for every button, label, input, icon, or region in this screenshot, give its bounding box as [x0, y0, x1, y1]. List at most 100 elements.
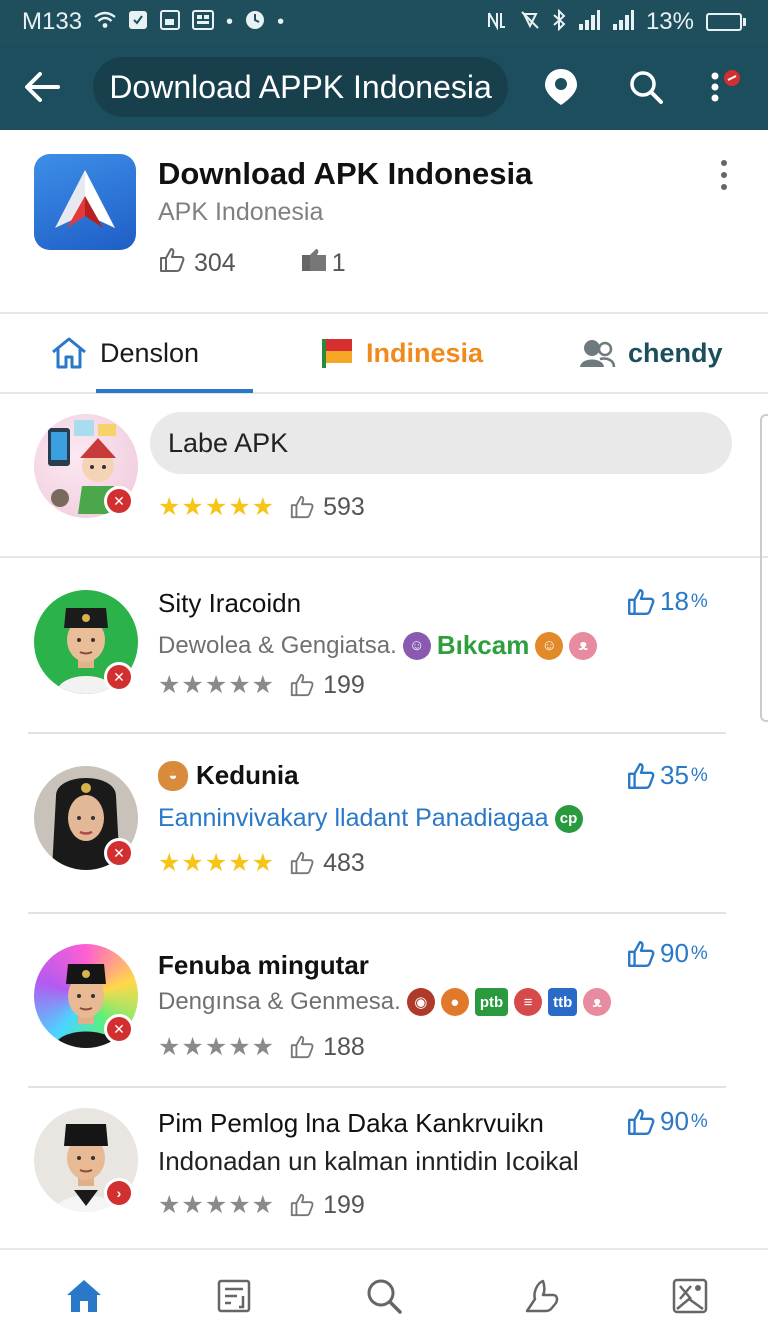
- list-item[interactable]: ✕ ◒ Kedunia Eanninvivakary lladant Panad…: [0, 734, 768, 914]
- item-likes: 188: [323, 1032, 365, 1061]
- cat-icon: ᴥ: [569, 631, 598, 660]
- location-pin-icon[interactable]: [534, 60, 587, 114]
- gallery-icon: [160, 10, 181, 34]
- brand-badge: ptb: [474, 988, 509, 1016]
- featured-label: Labe APK: [168, 427, 289, 458]
- thumbs-up-icon: [626, 761, 656, 791]
- list-item[interactable]: › Pim Pemlog lna Daka Kankrvuikn Indonad…: [0, 1088, 768, 1250]
- sticker-icon: ☺: [402, 631, 431, 660]
- item-subtitle-text: Dengınsa & Genmesa.: [158, 988, 401, 1015]
- message-icon: [192, 10, 215, 34]
- brand-badge: ttb: [548, 988, 578, 1016]
- thumbs-up-icon[interactable]: [289, 494, 315, 520]
- battery-icon: [706, 13, 746, 31]
- back-arrow-icon[interactable]: [16, 61, 67, 113]
- tab-indinesia[interactable]: Indinesia: [322, 314, 483, 392]
- item-subtitle-text: Indonadan un kalman inntidin Icoikal: [158, 1146, 579, 1176]
- tab-active-indicator: [96, 389, 253, 393]
- search-field[interactable]: Download APPK Indonesia: [93, 57, 509, 117]
- item-rating: ★★★★★ 199: [158, 1190, 365, 1220]
- list-item[interactable]: ✕ Sity Iracoidn Dewolea & Gengiatsa. ☺ B…: [0, 558, 768, 734]
- signal-icon: [612, 10, 634, 34]
- notification-icon: [128, 10, 148, 34]
- thumbs-up-icon: [626, 1107, 656, 1137]
- cake-icon: ◒: [158, 760, 188, 791]
- item-like-percent: 90 %: [626, 938, 708, 969]
- nav-thumbs-icon[interactable]: [518, 1272, 566, 1320]
- battery-percent: 13%: [645, 8, 694, 35]
- dislikes-count: 1: [331, 249, 346, 277]
- featured-label-pill[interactable]: Labe APK: [150, 412, 732, 474]
- item-title: Sity Iracoidn: [158, 588, 302, 618]
- nav-search-icon[interactable]: [360, 1272, 408, 1320]
- star-rating-icon: ★★★★★: [158, 493, 276, 521]
- featured-item[interactable]: ✕ Labe APK ★★★★★ 593: [0, 394, 768, 722]
- clock-icon: [245, 10, 265, 34]
- item-likes: 199: [323, 1190, 365, 1219]
- screen: M133 • • 13% Download APPK Indonesia Dow…: [0, 0, 768, 1344]
- item-title: Kedunia: [196, 760, 299, 790]
- thumbs-up-icon[interactable]: [158, 246, 186, 281]
- tab-label: Denslon: [100, 337, 200, 368]
- item-subtitle: Indonadan un kalman inntidin Icoikal: [158, 1146, 579, 1177]
- percent-unit: %: [690, 764, 708, 786]
- percent-value: 90: [660, 938, 689, 968]
- thumbs-up-icon[interactable]: [289, 672, 315, 698]
- status-bar: M133 • • 13%: [0, 0, 768, 44]
- signal-icon: [578, 10, 600, 34]
- status-left: M133 • •: [22, 8, 284, 36]
- app-rating-counts: 304 1: [158, 246, 346, 281]
- search-icon[interactable]: [619, 60, 672, 114]
- people-icon: [578, 337, 616, 369]
- thumbs-down-icon[interactable]: [300, 247, 330, 280]
- app-header: Download APK Indonesia APK Indonesia 304…: [0, 130, 768, 314]
- flag-icon: [322, 336, 354, 370]
- wifi-icon: [94, 11, 116, 33]
- item-title-row: ◒ Kedunia: [158, 760, 299, 791]
- item-like-percent: 90 %: [626, 1106, 708, 1137]
- mute-icon: [520, 10, 540, 34]
- item-subtitle: Eanninvivakary lladant Panadiagaa cp: [158, 804, 583, 833]
- thumbs-up-icon[interactable]: [289, 1192, 315, 1218]
- avatar-badge: ✕: [104, 1014, 134, 1044]
- star-rating-icon: ★★★★★: [158, 1191, 276, 1219]
- app-more-icon[interactable]: [712, 160, 736, 190]
- percent-value: 35: [660, 760, 689, 790]
- star-rating-icon: ★★★★★: [158, 671, 276, 699]
- avatar-badge: ✕: [104, 662, 134, 692]
- nav-news-icon[interactable]: [210, 1272, 258, 1320]
- carrier-label: M133: [22, 8, 83, 35]
- tab-label: Indinesia: [366, 337, 484, 368]
- percent-unit: %: [690, 942, 708, 964]
- paper-plane-logo-icon[interactable]: [34, 154, 136, 250]
- list-item[interactable]: ✕ Fenuba mingutar Dengınsa & Genmesa. ◉ …: [0, 914, 768, 1088]
- thumbs-up-icon[interactable]: [289, 1034, 315, 1060]
- app-bar: Download APPK Indonesia: [0, 44, 768, 130]
- brand-badge: Bıkcam: [436, 630, 530, 660]
- search-field-text: Download APPK Indonesia: [109, 68, 492, 105]
- brand-badge: cp: [554, 804, 583, 833]
- featured-rating: ★★★★★ 593: [158, 492, 365, 522]
- home-icon: [50, 336, 88, 370]
- item-subtitle-text: Eanninvivakary lladant Panadiagaa: [158, 804, 549, 832]
- tab-denslon[interactable]: Denslon: [50, 314, 199, 392]
- item-like-percent: 35 %: [626, 760, 708, 791]
- featured-likes: 593: [323, 492, 365, 521]
- item-likes: 199: [323, 670, 365, 699]
- item-rating: ★★★★★ 188: [158, 1032, 365, 1062]
- thumbs-up-icon[interactable]: [289, 850, 315, 876]
- app-developer[interactable]: APK Indonesia: [158, 198, 323, 227]
- nav-home-icon[interactable]: [60, 1272, 108, 1320]
- percent-unit: %: [690, 1110, 708, 1132]
- featured-badge: ✕: [104, 486, 134, 516]
- item-title: Pim Pemlog lna Daka Kankrvuikn: [158, 1108, 544, 1138]
- thumbs-up-icon: [626, 939, 656, 969]
- cookie-icon: ●: [440, 988, 469, 1016]
- dot-icon: •: [226, 11, 234, 33]
- more-vert-icon[interactable]: [699, 60, 752, 114]
- tab-label: chendy: [628, 337, 723, 368]
- nav-gallery-icon[interactable]: [666, 1272, 714, 1320]
- tab-chendy[interactable]: chendy: [578, 314, 723, 392]
- sticker-icon: ◉: [406, 988, 435, 1016]
- dot-icon: •: [277, 11, 285, 33]
